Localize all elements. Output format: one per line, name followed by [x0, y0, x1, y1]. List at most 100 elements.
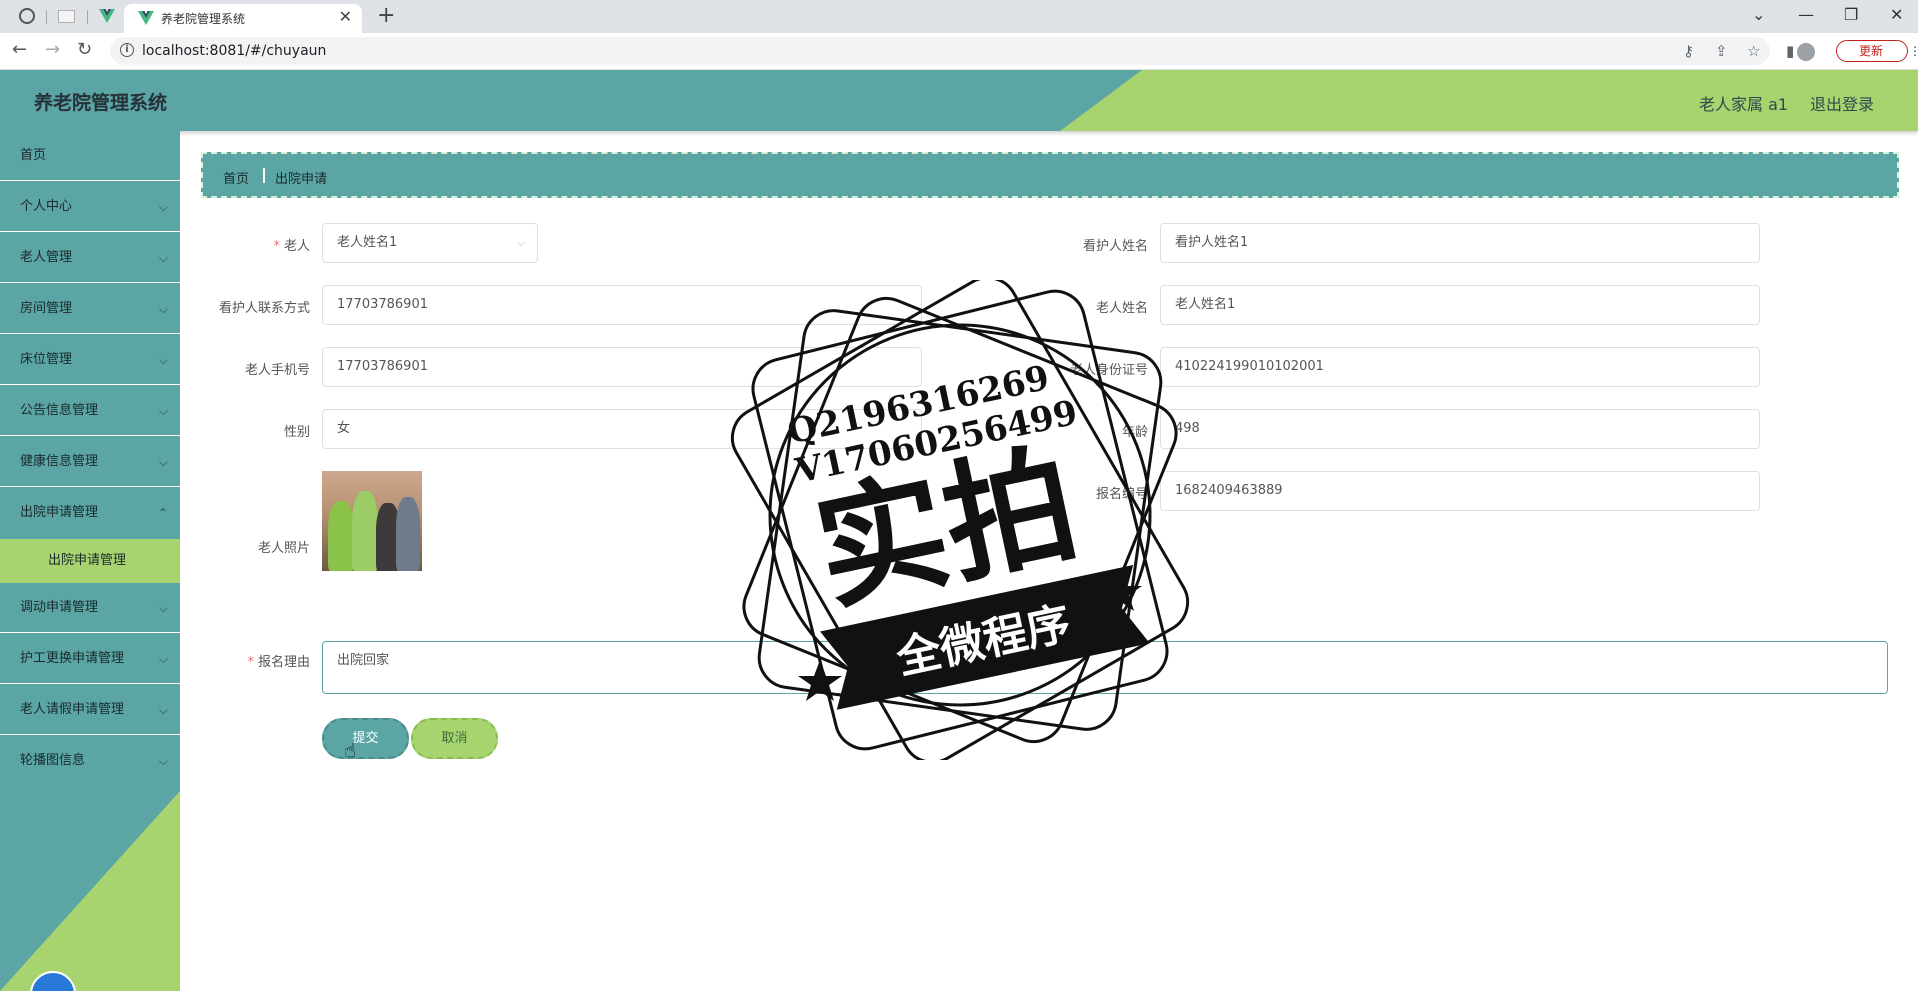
browser-toolbar: ← → ↻ i localhost:8081/#/chuyaun ⚷ ⇪ ☆ ▮… [0, 33, 1918, 70]
elder-id-label: 老人身份证号 [1069, 363, 1148, 378]
chevron-down-icon: ⌵ [158, 251, 168, 265]
vue-logo-icon[interactable] [99, 8, 115, 24]
photo-figure [352, 491, 378, 571]
sidebar-item-label: 健康信息管理 [20, 454, 99, 469]
more-menu-icon[interactable]: ⋮ [1909, 41, 1918, 61]
age-field[interactable]: 498 [1160, 409, 1760, 449]
photo-figure [328, 501, 354, 571]
gender-field[interactable]: 女 [322, 409, 922, 449]
caregiver-phone-field[interactable]: 17703786901 [322, 285, 922, 325]
sidebar-item-label: 护工更换申请管理 [20, 651, 125, 666]
chevron-down-icon: ⌵ [158, 404, 168, 418]
sidebar-subitem-label: 出院申请管理 [48, 553, 127, 568]
sidebar-item-personal-center[interactable]: 个人中心 ⌵ [0, 182, 180, 232]
sidebar-item-health-info[interactable]: 健康信息管理 ⌵ [0, 437, 180, 487]
chevron-down-icon: ⌵ [158, 652, 168, 666]
registration-number-field[interactable]: 1682409463889 [1160, 471, 1760, 511]
back-icon[interactable]: ← [12, 39, 27, 60]
app-title: 养老院管理系统 [34, 92, 168, 114]
sidebar-item-bed-management[interactable]: 床位管理 ⌵ [0, 335, 180, 385]
profile-avatar-icon[interactable] [1797, 43, 1815, 61]
chevron-down-icon: ⌵ [158, 302, 168, 316]
elder-id-field[interactable]: 410224199010102001 [1160, 347, 1760, 387]
update-label: 更新 [1859, 44, 1884, 58]
sidebar-item-label: 床位管理 [20, 352, 73, 367]
tab-active[interactable]: 养老院管理系统 ✕ [124, 4, 362, 33]
caregiver-name-label: 看护人姓名 [1082, 239, 1148, 254]
close-window-icon[interactable]: ✕ [1890, 5, 1903, 24]
new-tab-icon[interactable]: + [377, 3, 395, 28]
key-icon[interactable]: ⚷ [1683, 42, 1694, 60]
star-icon [1098, 570, 1142, 611]
sidebar-item-label: 房间管理 [20, 301, 73, 316]
sidebar-item-home[interactable]: 首页 [0, 131, 180, 181]
cancel-button[interactable]: 取消 [411, 718, 498, 759]
sidebar-item-leave-requests[interactable]: 老人请假申请管理 ⌵ [0, 685, 180, 735]
site-info-icon[interactable]: i [120, 43, 134, 57]
restore-icon[interactable]: ❐ [1844, 5, 1858, 24]
sidebar-item-carousel[interactable]: 轮播图信息 ⌵ [0, 736, 180, 786]
sidebar-item-label: 老人请假申请管理 [20, 702, 125, 717]
elder-name-field[interactable]: 老人姓名1 [1160, 285, 1760, 325]
sidebar-item-label: 老人管理 [20, 250, 73, 265]
share-icon[interactable]: ⇪ [1715, 42, 1728, 60]
elder-phone-label: 老人手机号 [244, 363, 310, 378]
required-asterisk: * [247, 655, 254, 670]
sidebar-subitem-discharge-management[interactable]: 出院申请管理 [0, 539, 180, 583]
browser-tab-strip: 养老院管理系统 ✕ + ⌄ — ❐ ✕ [0, 0, 1918, 33]
sidebar-item-label: 调动申请管理 [20, 600, 99, 615]
chevron-down-icon: ⌵ [158, 601, 168, 615]
sidebar: 首页 个人中心 ⌵ 老人管理 ⌵ 房间管理 ⌵ 床位管理 ⌵ 公告信息管理 ⌵ … [0, 131, 180, 991]
chevron-down-icon: ⌵ [516, 236, 525, 249]
sidebar-item-transfer-requests[interactable]: 调动申请管理 ⌵ [0, 583, 180, 633]
tab-search-icon[interactable]: ⌄ [1752, 5, 1765, 24]
reload-icon[interactable]: ↻ [77, 39, 92, 60]
sidebar-item-caregiver-change[interactable]: 护工更换申请管理 ⌵ [0, 634, 180, 684]
submit-button[interactable]: 提交 [322, 718, 409, 759]
minimize-icon[interactable]: — [1798, 5, 1814, 24]
elder-select-value: 老人姓名1 [337, 235, 398, 250]
tab-separator [46, 10, 47, 24]
elder-photo[interactable] [322, 471, 422, 571]
age-label: 年龄 [1121, 425, 1148, 440]
breadcrumb-separator [263, 168, 265, 183]
logout-link[interactable]: 退出登录 [1810, 91, 1874, 115]
reason-textarea[interactable]: 出院回家 [322, 641, 1888, 694]
forward-icon[interactable]: → [45, 39, 60, 60]
chevron-down-icon: ⌵ [158, 703, 168, 717]
sidebar-item-label: 轮播图信息 [20, 753, 86, 768]
update-button[interactable]: 更新 ⋮ [1797, 40, 1918, 62]
app-header: 养老院管理系统 老人家属 a1 退出登录 [0, 70, 1918, 131]
tab-separator [87, 10, 88, 24]
caregiver-name-field[interactable]: 看护人姓名1 [1160, 223, 1760, 263]
chevron-up-icon: ⌃ [157, 506, 168, 520]
elder-label: * 老人 [273, 239, 310, 254]
bookmark-star-icon[interactable]: ☆ [1747, 42, 1760, 60]
sidebar-item-room-management[interactable]: 房间管理 ⌵ [0, 284, 180, 334]
mouse-cursor-icon: ☝ [344, 738, 357, 762]
globe-icon[interactable] [19, 8, 35, 24]
elder-name-label: 老人姓名 [1095, 301, 1148, 316]
elder-phone-field[interactable]: 17703786901 [322, 347, 922, 387]
chevron-down-icon: ⌵ [158, 353, 168, 367]
tab-title: 养老院管理系统 [161, 12, 246, 26]
vue-logo-icon [138, 11, 154, 25]
sidebar-item-label: 出院申请管理 [20, 505, 99, 520]
chevron-down-icon: ⌵ [158, 754, 168, 768]
caregiver-phone-label: 看护人联系方式 [218, 301, 310, 316]
close-tab-icon[interactable]: ✕ [339, 7, 352, 26]
breadcrumb-home[interactable]: 首页 [223, 168, 249, 187]
sidebar-item-elder-management[interactable]: 老人管理 ⌵ [0, 233, 180, 283]
sidebar-item-discharge-management[interactable]: 出院申请管理 ⌃ [0, 488, 180, 538]
gender-label: 性别 [283, 425, 310, 440]
elder-photo-label: 老人照片 [257, 541, 310, 556]
sidebar-item-announcements[interactable]: 公告信息管理 ⌵ [0, 386, 180, 436]
breadcrumb: 首页 出院申请 [201, 152, 1899, 198]
sidebar-item-label: 个人中心 [20, 199, 73, 214]
blank-page-icon[interactable] [58, 10, 75, 23]
elder-select[interactable]: 老人姓名1 ⌵ [322, 223, 538, 263]
side-panel-icon[interactable]: ▮ [1786, 42, 1794, 60]
reason-label: * 报名理由 [247, 655, 310, 670]
address-bar[interactable]: i localhost:8081/#/chuyaun [110, 37, 1770, 65]
watermark-big-text: 实拍 [803, 427, 1089, 630]
